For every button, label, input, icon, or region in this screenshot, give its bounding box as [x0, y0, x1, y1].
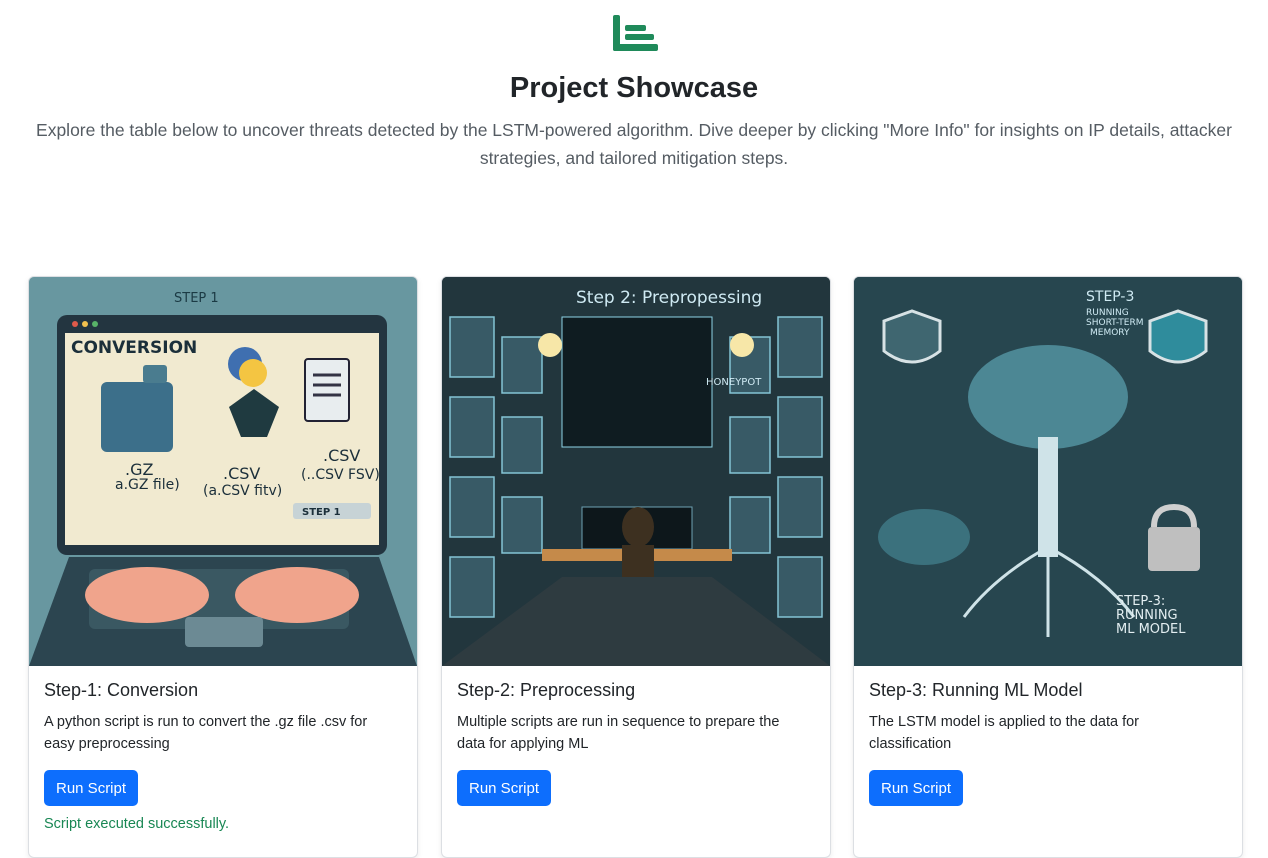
- art-sub2: SHORT-TERM: [1086, 318, 1143, 328]
- art-csv2-caption: (..CSV FSV): [301, 467, 380, 483]
- art-foot2: RUNNING: [1116, 608, 1178, 623]
- art-heading: Step 2: Prepropessing: [576, 288, 762, 308]
- card-title: Step-2: Preprocessing: [457, 680, 636, 700]
- ml-model-illustration: STEP-3 RUNNING SHORT-TERM MEMORY STEP-3:…: [854, 277, 1242, 666]
- page-title: Project Showcase: [509, 72, 759, 104]
- run-script-button[interactable]: Run Script: [457, 770, 552, 806]
- preprocessing-illustration: Step 2: Prepropessing HONEYPOT: [442, 277, 830, 666]
- card-text: The LSTM model is applied to the data fo…: [869, 714, 1140, 752]
- card-title: Step-1: Conversion: [44, 680, 199, 700]
- hero-section: Project Showcase Explore the table below…: [0, 0, 1268, 270]
- art-heading: CONVERSION: [71, 338, 197, 358]
- art-badge: STEP 1: [302, 507, 341, 518]
- art-heading: STEP-3: [1086, 289, 1134, 305]
- run-script-button[interactable]: Run Script: [869, 770, 964, 806]
- art-label: HONEYPOT: [706, 377, 762, 388]
- art-csv: .CSV: [223, 464, 260, 483]
- art-gz-caption: a.GZ file): [115, 477, 180, 493]
- script-status-message: Script executed successfully.: [44, 816, 230, 832]
- run-script-button[interactable]: Run Script: [44, 770, 139, 806]
- card-step-1: STEP 1 CONVERSION .GZ a.GZ file) .CSV (a…: [28, 276, 418, 858]
- green-list-logo-icon: [613, 15, 658, 51]
- conversion-illustration: STEP 1 CONVERSION .GZ a.GZ file) .CSV (a…: [29, 277, 417, 666]
- art-foot1: STEP-3:: [1116, 594, 1165, 609]
- card-text: A python script is run to convert the .g…: [44, 714, 368, 752]
- card-step-3: STEP-3 RUNNING SHORT-TERM MEMORY STEP-3:…: [853, 276, 1243, 858]
- art-banner: STEP 1: [174, 291, 219, 306]
- page-description: Explore the table below to uncover threa…: [36, 120, 1232, 168]
- art-sub1: RUNNING: [1086, 308, 1129, 318]
- art-csv2: .CSV: [323, 446, 360, 465]
- art-csv-caption: (a.CSV fitv): [203, 483, 282, 499]
- card-text: Multiple scripts are run in sequence to …: [457, 714, 780, 752]
- art-sub3: MEMORY: [1090, 328, 1130, 338]
- art-foot3: ML MODEL: [1116, 622, 1186, 637]
- card-title: Step-3: Running ML Model: [869, 680, 1083, 700]
- card-step-2: Step 2: Prepropessing HONEYPOT Step-2: P…: [441, 276, 831, 858]
